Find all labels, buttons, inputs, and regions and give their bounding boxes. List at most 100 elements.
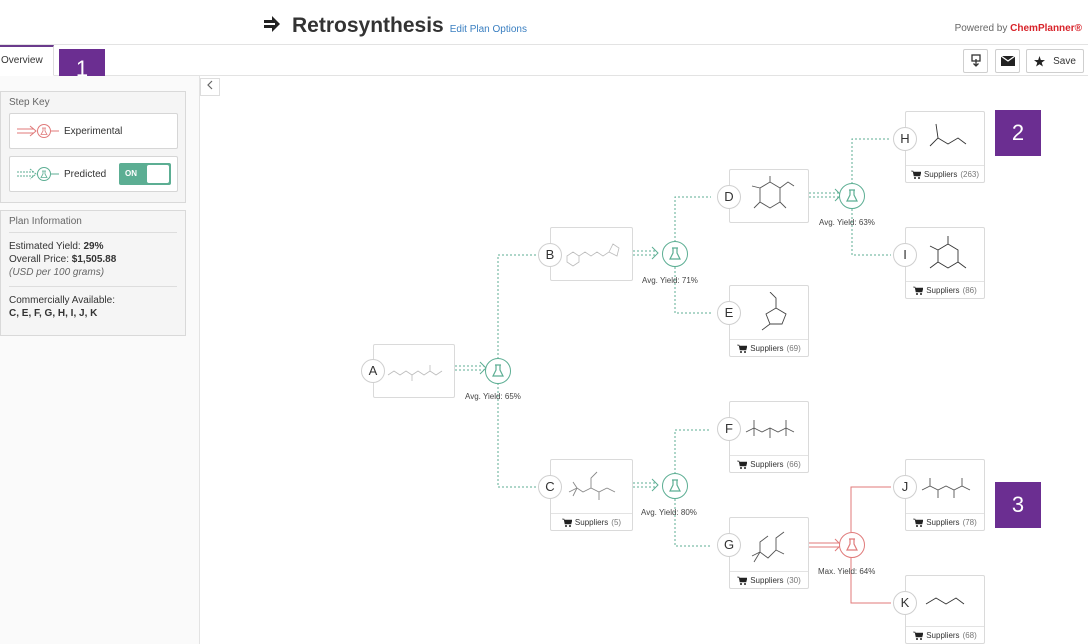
node-label-k[interactable]: K	[893, 591, 917, 615]
cart-icon	[737, 460, 748, 469]
reaction-d-icon[interactable]	[839, 183, 865, 209]
suppliers-label: Suppliers	[750, 343, 784, 353]
reaction-g-icon[interactable]	[839, 532, 865, 558]
experimental-key: Experimental	[9, 113, 178, 149]
link-b	[497, 254, 546, 359]
node-label-d[interactable]: D	[717, 185, 741, 209]
molecule-structure-icon	[921, 478, 971, 498]
molecule-structure-icon	[751, 531, 785, 563]
suppliers-label: Suppliers	[923, 169, 958, 179]
cart-icon	[561, 518, 572, 527]
tab-bar: Overview	[0, 45, 1088, 76]
node-label-h[interactable]: H	[893, 127, 917, 151]
suppliers-count: (78)	[962, 517, 977, 527]
compound-card-j[interactable]: Suppliers (78)	[905, 459, 985, 531]
email-button[interactable]	[995, 49, 1020, 73]
plan-info-title: Plan Information	[9, 216, 82, 227]
cart-icon	[737, 576, 748, 585]
suppliers-count: (86)	[962, 285, 977, 295]
save-button[interactable]: Save	[1026, 49, 1084, 73]
suppliers-f-button[interactable]: Suppliers (66)	[730, 455, 808, 472]
estimated-yield-label: Estimated Yield:	[9, 241, 81, 252]
save-label: Save	[1053, 55, 1076, 67]
cart-icon	[913, 286, 924, 295]
commercial-value: C, E, F, G, H, I, J, K	[9, 308, 98, 319]
compound-card-c[interactable]: Suppliers (5)	[550, 459, 633, 531]
suppliers-h-button[interactable]: Suppliers (263)	[906, 165, 984, 182]
divider	[9, 286, 177, 287]
top-bar: Retrosynthesis Edit Plan Options Powered…	[0, 0, 1088, 45]
predicted-toggle[interactable]: ON	[119, 163, 171, 185]
molecule-structure-icon	[387, 365, 443, 381]
download-icon	[970, 54, 981, 67]
node-label-b[interactable]: B	[538, 243, 562, 267]
arrow-a	[455, 365, 484, 371]
compound-card-f[interactable]: Suppliers (66)	[729, 401, 809, 473]
molecule-structure-icon	[751, 176, 795, 209]
compound-card-h[interactable]: Suppliers (263)	[905, 111, 985, 183]
suppliers-c-button[interactable]: Suppliers (5)	[551, 513, 632, 530]
suppliers-k-button[interactable]: Suppliers (68)	[906, 626, 984, 643]
molecule-structure-icon	[929, 123, 967, 147]
suppliers-label: Suppliers	[750, 575, 784, 585]
suppliers-j-button[interactable]: Suppliers (78)	[906, 513, 984, 530]
compound-card-b[interactable]	[550, 227, 633, 281]
flask-icon	[492, 364, 504, 377]
toggle-knob	[147, 165, 169, 183]
suppliers-e-button[interactable]: Suppliers (69)	[730, 339, 808, 356]
molecule-structure-icon	[745, 420, 795, 438]
molecule-structure-icon	[568, 471, 616, 500]
compound-card-e[interactable]: Suppliers (69)	[729, 285, 809, 357]
node-label-i[interactable]: I	[893, 243, 917, 267]
suppliers-count: (30)	[786, 575, 801, 585]
retrosynthesis-tree: Avg. Yield: 65% Avg. Yield: 71% Avg. Yie…	[201, 77, 1088, 644]
node-label-g[interactable]: G	[717, 533, 741, 557]
divider	[9, 232, 177, 233]
badge-2: 2	[995, 110, 1041, 156]
molecule-structure-icon	[761, 292, 787, 331]
suppliers-label: Suppliers	[574, 517, 609, 527]
molecule-structure-icon	[925, 597, 965, 605]
price-note: (USD per 100 grams)	[9, 267, 105, 278]
suppliers-g-button[interactable]: Suppliers (30)	[730, 571, 808, 588]
compound-card-a[interactable]	[373, 344, 455, 398]
brand-name[interactable]: ChemPlanner®	[1010, 23, 1082, 34]
tab-overview[interactable]: Overview	[0, 45, 54, 76]
download-button[interactable]	[963, 49, 988, 73]
suppliers-count: (5)	[611, 517, 622, 527]
compound-card-d[interactable]	[729, 169, 809, 223]
toggle-on-label: ON	[125, 169, 137, 178]
suppliers-count: (263)	[960, 169, 980, 179]
step-key-title: Step Key	[9, 97, 50, 108]
suppliers-label: Suppliers	[750, 459, 784, 469]
reaction-b-icon[interactable]	[662, 241, 688, 267]
yield-label-b: Avg. Yield: 71%	[642, 276, 698, 285]
reaction-c-icon[interactable]	[662, 473, 688, 499]
experimental-label: Experimental	[64, 125, 123, 137]
estimated-yield-value: 29%	[83, 241, 104, 252]
compound-card-k[interactable]: Suppliers (68)	[905, 575, 985, 644]
yield-label-g: Max. Yield: 64%	[818, 567, 876, 576]
suppliers-count: (66)	[786, 459, 801, 469]
flask-icon	[669, 247, 681, 260]
node-label-a[interactable]: A	[361, 359, 385, 383]
suppliers-count: (68)	[962, 630, 977, 640]
compound-card-i[interactable]: Suppliers (86)	[905, 227, 985, 299]
node-label-e[interactable]: E	[717, 301, 741, 325]
node-label-f[interactable]: F	[717, 417, 741, 441]
node-label-j[interactable]: J	[893, 475, 917, 499]
cart-icon	[913, 518, 924, 527]
yield-label-d: Avg. Yield: 63%	[819, 218, 875, 227]
star-icon	[1034, 55, 1046, 67]
experimental-arrow-icon	[17, 124, 59, 138]
step-key-panel: Step Key Experimental Predicted ON	[0, 91, 186, 203]
suppliers-i-button[interactable]: Suppliers (86)	[906, 281, 984, 298]
reaction-a-icon[interactable]	[485, 358, 511, 384]
cart-icon	[913, 631, 924, 640]
compound-card-g[interactable]: Suppliers (30)	[729, 517, 809, 589]
flask-icon	[669, 479, 681, 492]
estimated-yield: Estimated Yield: 29%	[1, 240, 185, 253]
molecule-structure-icon	[929, 236, 967, 269]
node-label-c[interactable]: C	[538, 475, 562, 499]
edit-plan-options-link[interactable]: Edit Plan Options	[450, 24, 527, 35]
